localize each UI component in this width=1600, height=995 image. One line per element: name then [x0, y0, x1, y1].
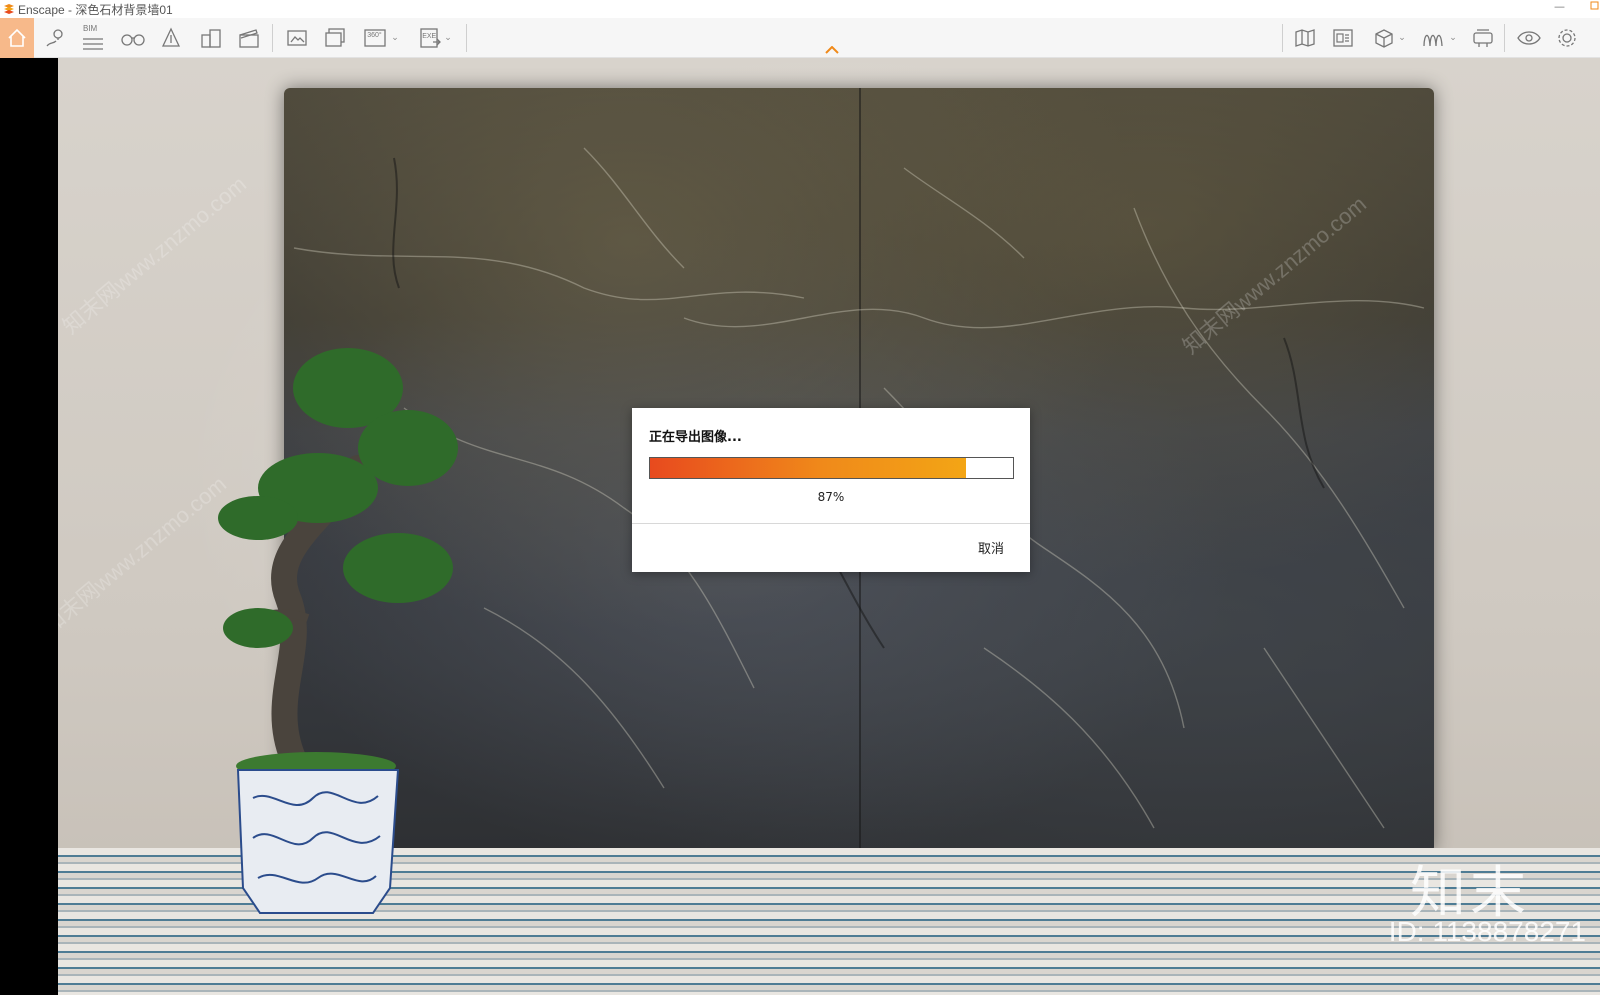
- location-button[interactable]: [40, 18, 70, 58]
- dialog-title: 正在导出图像...: [649, 430, 742, 445]
- panel-button[interactable]: [1328, 18, 1358, 58]
- minimize-button[interactable]: —: [1554, 0, 1565, 14]
- settings-button[interactable]: [1552, 18, 1582, 58]
- window-title: Enscape - 深色石材背景墙01: [18, 2, 173, 17]
- batch-render-button[interactable]: [320, 18, 350, 58]
- panorama-360-icon: 360°: [363, 26, 389, 50]
- bim-button[interactable]: BIM: [78, 18, 108, 58]
- toolbar-separator: [1504, 24, 1505, 52]
- buildings-icon: [199, 26, 223, 50]
- screenshot-icon: [285, 26, 309, 50]
- toolbar-separator: [1282, 24, 1283, 52]
- settings-icon: [1555, 26, 1579, 50]
- visual-settings-button[interactable]: [1514, 18, 1544, 58]
- progress-percentage: 87%: [817, 490, 845, 504]
- bim-label: BIM: [83, 24, 98, 33]
- export-progress-dialog: 正在导出图像... 87% 取消: [632, 408, 1030, 572]
- fly-walk-button[interactable]: [118, 18, 148, 58]
- panorama-label: 360°: [367, 32, 382, 39]
- eye-icon: [1516, 27, 1542, 49]
- clapperboard-icon: [237, 26, 261, 50]
- viewport-left-edge: [0, 58, 58, 995]
- map-icon: [1293, 26, 1317, 50]
- vr-button[interactable]: [1468, 18, 1498, 58]
- panorama-button[interactable]: 360° ⌄: [358, 18, 404, 58]
- export-progress-bar: [649, 457, 1014, 479]
- title-bar: Enscape - 深色石材背景墙01 —: [0, 0, 1600, 18]
- cube-view-icon: [1372, 26, 1396, 50]
- enscape-logo-icon: [2, 2, 16, 16]
- watermark-id: ID: 1138878271: [1388, 916, 1586, 947]
- home-button[interactable]: [0, 18, 34, 58]
- home-icon: [6, 27, 28, 49]
- window-panel-icon: [1331, 26, 1355, 50]
- enscape-window: Enscape - 深色石材背景墙01 — BIM 360° ⌄ EXE ⌄ ⌄…: [0, 0, 1600, 995]
- export-label: EXE: [422, 33, 437, 40]
- map-button[interactable]: [1290, 18, 1320, 58]
- navigation-icon: [159, 26, 183, 50]
- toolbar: BIM 360° ⌄ EXE ⌄ ⌄ ⌄: [0, 18, 1600, 58]
- chevron-up-icon: [825, 39, 839, 58]
- location-pin-icon: [44, 27, 66, 49]
- video-editor-button[interactable]: [234, 18, 264, 58]
- restore-button[interactable]: [1590, 0, 1599, 14]
- chevron-down-icon[interactable]: ⌄: [1449, 33, 1457, 43]
- collapse-toolbar-button[interactable]: [823, 40, 841, 56]
- toolbar-separator: [466, 24, 467, 52]
- batch-render-icon: [323, 26, 347, 50]
- dialog-divider: [632, 523, 1030, 524]
- screenshot-button[interactable]: [282, 18, 312, 58]
- asset-library-icon: [1421, 26, 1447, 50]
- bonsai-tree: [218, 348, 458, 914]
- chevron-down-icon[interactable]: ⌄: [1398, 33, 1406, 43]
- toolbar-separator: [272, 24, 273, 52]
- cancel-button[interactable]: 取消: [978, 538, 1004, 557]
- asset-library-button[interactable]: ⌄: [1416, 18, 1462, 58]
- cube-view-button[interactable]: ⌄: [1366, 18, 1412, 58]
- chevron-down-icon[interactable]: ⌄: [444, 33, 452, 43]
- export-exe-icon: EXE: [418, 26, 442, 50]
- views-button[interactable]: [196, 18, 226, 58]
- navigation-button[interactable]: [156, 18, 186, 58]
- vr-headset-icon: [1471, 26, 1495, 50]
- export-button[interactable]: EXE ⌄: [412, 18, 458, 58]
- chevron-down-icon[interactable]: ⌄: [391, 33, 399, 43]
- bim-list-icon: BIM: [81, 23, 105, 53]
- progress-fill: [650, 458, 966, 478]
- binoculars-icon: [120, 27, 146, 49]
